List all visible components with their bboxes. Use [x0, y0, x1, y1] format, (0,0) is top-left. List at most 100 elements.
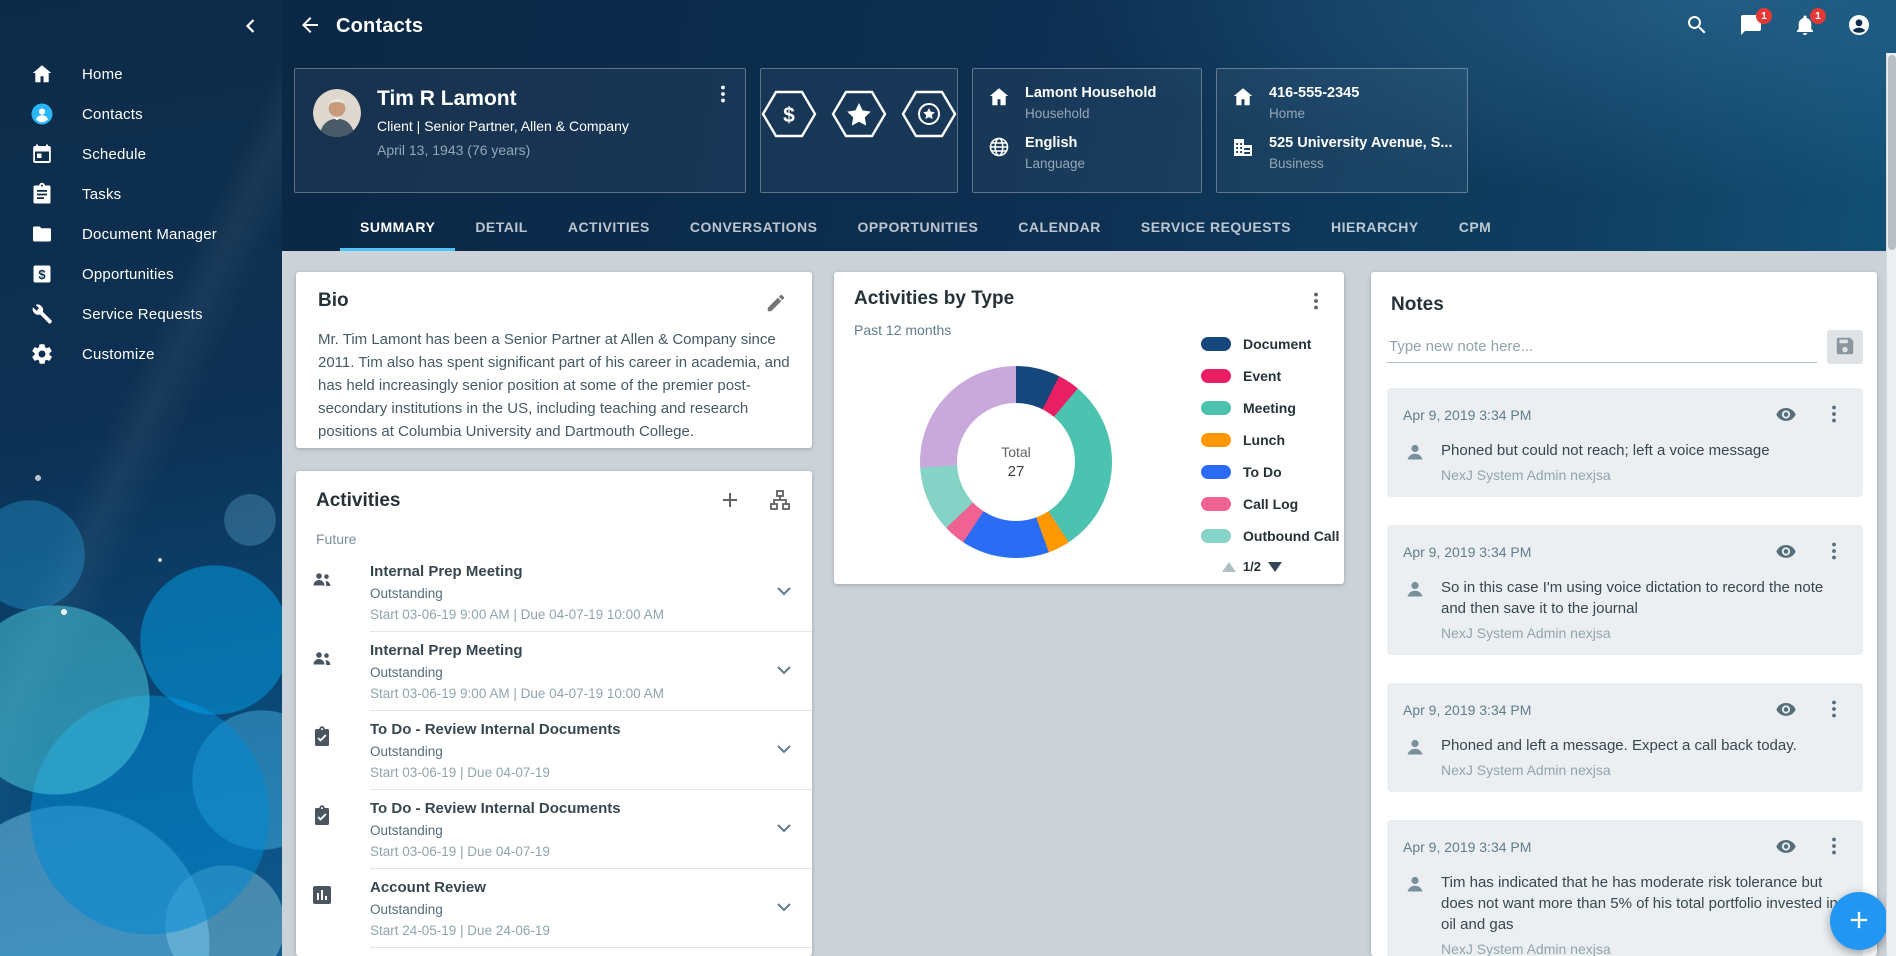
add-activity-button[interactable]	[716, 487, 744, 515]
tab-opportunities[interactable]: OPPORTUNITIES	[837, 206, 998, 251]
note-body: Tim has indicated that he has moderate r…	[1403, 872, 1847, 956]
tab-calendar[interactable]: CALENDAR	[998, 206, 1121, 251]
tasks-icon	[30, 182, 54, 206]
legend-item: Call Log	[1201, 488, 1339, 520]
eye-icon	[1775, 835, 1797, 860]
add-fab-button[interactable]	[1830, 892, 1888, 950]
vertical-scrollbar[interactable]	[1886, 53, 1896, 956]
tab-cpm[interactable]: CPM	[1439, 206, 1512, 251]
page-title: Contacts	[336, 15, 423, 38]
task-icon	[310, 725, 334, 749]
notes-panel: Notes Apr 9, 2019 3:34 PM P	[1371, 272, 1877, 956]
star-hexagon-badge[interactable]	[831, 89, 887, 139]
edit-bio-button[interactable]	[762, 290, 790, 318]
note-act	[1773, 402, 1847, 428]
save-note-button[interactable]	[1827, 330, 1863, 364]
phone-row: 416-555-2345 Home	[1217, 85, 1467, 121]
note-date-row: Apr 9, 2019 3:34 PM	[1403, 834, 1847, 860]
bio-text: Mr. Tim Lamont has been a Senior Partner…	[318, 328, 790, 443]
sidebar-item-customize[interactable]: Customize	[0, 334, 282, 374]
phone-texts: 416-555-2345 Home	[1269, 85, 1359, 121]
person-icon	[1403, 577, 1427, 601]
tab-hierarchy[interactable]: HIERARCHY	[1311, 206, 1439, 251]
note-visibility-button[interactable]	[1773, 539, 1799, 565]
bio-title: Bio	[318, 290, 349, 312]
sidebar-nav: Home Contacts Schedule Tasks Document Ma…	[0, 54, 282, 374]
tab-detail[interactable]: DETAIL	[455, 206, 548, 251]
note-menu-button[interactable]	[1821, 539, 1847, 565]
back-button[interactable]	[290, 7, 330, 47]
chevron-down-icon[interactable]	[772, 737, 796, 761]
note-card: Apr 9, 2019 3:34 PM So in this case I'm …	[1387, 525, 1863, 655]
note-author: NexJ System Admin nexjsa	[1441, 762, 1797, 778]
activity-row[interactable]: To Do - Review Internal Documents Outsta…	[296, 711, 812, 790]
activity-row[interactable]: Internal Prep Meeting Outstanding Start …	[296, 553, 812, 632]
notes-list: Apr 9, 2019 3:34 PM Phoned but could not…	[1387, 388, 1863, 956]
contact-info-card: 416-555-2345 Home 525 University Avenue,…	[1216, 68, 1468, 193]
search-icon	[1685, 13, 1709, 40]
svg-text:$: $	[38, 267, 46, 282]
search-button[interactable]	[1684, 14, 1710, 40]
scrollbar-thumb[interactable]	[1888, 55, 1896, 250]
activity-hierarchy-button[interactable]	[766, 487, 794, 515]
tab-activities[interactable]: ACTIVITIES	[548, 206, 670, 251]
gear-icon	[30, 342, 54, 366]
note-menu-button[interactable]	[1821, 402, 1847, 428]
note-visibility-button[interactable]	[1773, 697, 1799, 723]
sidebar-item-tasks[interactable]: Tasks	[0, 174, 282, 214]
money-box-icon: $	[30, 262, 54, 286]
tab-summary[interactable]: SUMMARY	[340, 206, 455, 251]
kebab-icon	[1822, 539, 1846, 566]
sidebar-collapse-button[interactable]	[236, 12, 266, 42]
sidebar-item-label: Schedule	[82, 146, 146, 163]
sidebar-item-label: Tasks	[82, 186, 121, 203]
chevron-down-icon[interactable]	[772, 895, 796, 919]
new-note-input[interactable]	[1387, 331, 1817, 363]
profile-menu-button[interactable]	[709, 81, 737, 109]
kebab-icon	[1822, 402, 1846, 429]
account-button[interactable]	[1846, 14, 1872, 40]
activity-status: Outstanding	[370, 744, 621, 759]
sidebar-item-document-manager[interactable]: Document Manager	[0, 214, 282, 254]
sidebar-item-opportunities[interactable]: $ Opportunities	[0, 254, 282, 294]
activity-dates: Start 03-06-19 | Due 04-07-19	[370, 844, 621, 859]
chevron-down-icon[interactable]	[772, 816, 796, 840]
org-chart-icon	[768, 488, 792, 515]
chevron-down-icon[interactable]	[772, 658, 796, 682]
activity-dates: Start 24-05-19 | Due 24-06-19	[370, 923, 550, 938]
legend-page-up-icon[interactable]	[1222, 562, 1236, 572]
legend-swatch	[1201, 497, 1231, 511]
legend-page-down-icon[interactable]	[1268, 562, 1282, 572]
chart-menu-button[interactable]	[1302, 288, 1330, 316]
tab-conversations[interactable]: CONVERSATIONS	[670, 206, 838, 251]
note-menu-button[interactable]	[1821, 697, 1847, 723]
note-visibility-button[interactable]	[1773, 402, 1799, 428]
activity-row[interactable]: To Do - Review Internal Documents Outsta…	[296, 790, 812, 869]
chevron-left-icon	[239, 14, 263, 41]
medal-hexagon-badge[interactable]	[901, 89, 957, 139]
activity-texts: Account Review Outstanding Start 24-05-1…	[370, 879, 550, 938]
note-text: Phoned but could not reach; left a voice…	[1441, 440, 1770, 461]
tab-service-requests[interactable]: SERVICE REQUESTS	[1121, 206, 1311, 251]
person-icon	[1403, 872, 1427, 896]
address-texts: 525 University Avenue, S... Business	[1269, 135, 1452, 171]
sidebar-item-service-requests[interactable]: Service Requests	[0, 294, 282, 334]
dollar-hexagon-badge[interactable]: $	[761, 89, 817, 139]
people-icon	[310, 646, 334, 670]
sidebar-item-schedule[interactable]: Schedule	[0, 134, 282, 174]
address-row: 525 University Avenue, S... Business	[1217, 135, 1467, 171]
sidebar-item-contacts[interactable]: Contacts	[0, 94, 282, 134]
sidebar-item-home[interactable]: Home	[0, 54, 282, 94]
chevron-down-icon[interactable]	[772, 579, 796, 603]
eye-icon	[1775, 540, 1797, 565]
note-card: Apr 9, 2019 3:34 PM Phoned and left a me…	[1387, 683, 1863, 792]
note-menu-button[interactable]	[1821, 834, 1847, 860]
note-text: Tim has indicated that he has moderate r…	[1441, 872, 1847, 935]
activities-header: Activities	[296, 471, 812, 515]
chat-button[interactable]: 1	[1738, 14, 1764, 40]
note-visibility-button[interactable]	[1773, 834, 1799, 860]
sidebar-item-label: Contacts	[82, 106, 143, 123]
notifications-button[interactable]: 1	[1792, 14, 1818, 40]
activity-row[interactable]: Account Review Outstanding Start 24-05-1…	[296, 869, 812, 948]
activity-row[interactable]: Internal Prep Meeting Outstanding Start …	[296, 632, 812, 711]
